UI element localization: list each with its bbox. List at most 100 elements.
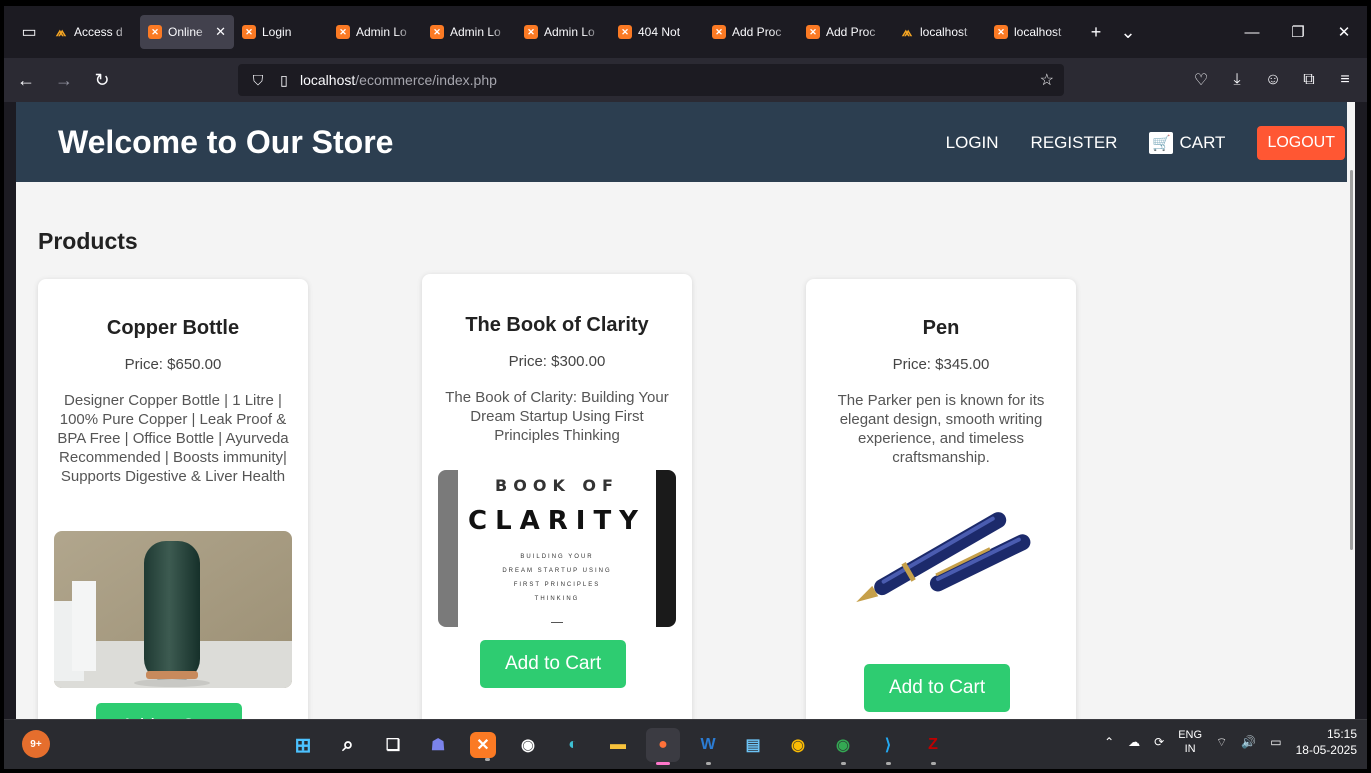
site-header: Welcome to Our Store LOGIN REGISTER 🛒 CA…	[16, 102, 1355, 182]
product-name: Pen	[922, 317, 960, 339]
tab-title: Admin Lo	[544, 25, 595, 39]
firefox-view-icon[interactable]: ▭	[12, 15, 46, 49]
search-icon[interactable]: ⌕	[331, 728, 365, 762]
task-view-icon[interactable]: ❏	[376, 728, 410, 762]
product-name: Copper Bottle	[106, 317, 240, 339]
tab-title: Add Proc	[826, 25, 876, 39]
browser-tab[interactable]: ✕ Add Proc	[704, 15, 798, 49]
product-price: Price: $300.00	[508, 353, 606, 370]
volume-icon[interactable]: 🔊	[1241, 735, 1256, 749]
tab-title: Admin Lo	[356, 25, 407, 39]
register-link[interactable]: REGISTER	[1031, 133, 1118, 153]
notepad-icon[interactable]: ▤	[736, 728, 770, 762]
minimize-icon[interactable]: —	[1229, 6, 1275, 58]
pocket-icon[interactable]: ♡	[1185, 64, 1217, 96]
product-description: The Book of Clarity: Building Your Dream…	[445, 389, 669, 444]
tab-title: 404 Not	[638, 25, 681, 39]
clock[interactable]: 15:15 18-05-2025	[1296, 726, 1357, 758]
language-indicator[interactable]: ENG IN	[1178, 728, 1202, 756]
browser-tab[interactable]: ✕ Admin Lo	[328, 15, 422, 49]
teams-icon[interactable]: ☗	[421, 728, 455, 762]
xampp-icon: ✕	[994, 25, 1008, 39]
book-cover-title-line2: CLARITY	[467, 506, 647, 536]
cloud-icon[interactable]: ☁	[1128, 735, 1140, 749]
browser-tab-strip: ▭ ⩕ Access d ✕ Online ✕ ✕ Login ✕ Admin …	[4, 6, 1367, 58]
reload-icon[interactable]: ↻	[86, 64, 118, 96]
browser-tab[interactable]: ✕ Admin Lo	[516, 15, 610, 49]
file-explorer-icon[interactable]: ▬	[601, 728, 635, 762]
browser-tab[interactable]: ⩕ localhost	[892, 15, 986, 49]
browser-tab[interactable]: ✕ Add Proc	[798, 15, 892, 49]
url-host: localhost	[300, 72, 356, 88]
url-bar[interactable]: ⛉ ▯ localhost/ecommerce/index.php ☆	[238, 64, 1064, 96]
chrome-icon[interactable]: ◉	[781, 728, 815, 762]
restore-icon[interactable]: ❐	[1275, 6, 1321, 58]
shield-icon[interactable]: ⛉	[248, 72, 268, 89]
tab-title: Login	[262, 25, 292, 39]
account-icon[interactable]: ☺	[1257, 64, 1289, 96]
tab-title: localhost	[1014, 25, 1062, 39]
browser-tab[interactable]: ✕ localhost	[986, 15, 1080, 49]
login-link[interactable]: LOGIN	[946, 133, 999, 153]
cart-icon: 🛒	[1149, 132, 1174, 154]
windows-taskbar: 9+ ⊞ ⌕ ❏ ☗ ✕ ◉ ◐ ▬ ● W ▤ ◉ ◉ ⟩ Z ⌃ ☁ ⟳ E…	[4, 719, 1367, 769]
word-icon[interactable]: W	[691, 728, 725, 765]
browser-tab[interactable]: ✕ Admin Lo	[422, 15, 516, 49]
clock-date: 18-05-2025	[1295, 743, 1357, 757]
page-viewport: Welcome to Our Store LOGIN REGISTER 🛒 CA…	[16, 102, 1355, 719]
scrollbar[interactable]	[1347, 102, 1355, 719]
add-to-cart-button[interactable]: Add to Cart	[864, 664, 1011, 712]
add-to-cart-button[interactable]: Add to Cart	[96, 703, 243, 719]
cart-link[interactable]: 🛒 CART	[1149, 132, 1225, 154]
new-tab-icon[interactable]: +	[1080, 15, 1112, 49]
chrome-profile-icon[interactable]: ◉	[826, 728, 860, 765]
widgets-icon[interactable]: 9+	[22, 730, 50, 758]
browser-nav-bar: ← → ↻ ⛉ ▯ localhost/ecommerce/index.php …	[4, 58, 1367, 102]
browser-tab[interactable]: ⩕ Access d	[46, 15, 140, 49]
bookmark-star-icon[interactable]: ☆	[1040, 70, 1054, 90]
camera-icon[interactable]: ◉	[511, 728, 545, 762]
scrollbar-thumb[interactable]	[1350, 170, 1353, 550]
edge-icon[interactable]: ◐	[556, 728, 590, 762]
back-arrow-icon[interactable]: ←	[10, 64, 42, 96]
battery-icon[interactable]: ▭	[1270, 735, 1281, 749]
vscode-icon[interactable]: ⟩	[871, 728, 905, 765]
system-tray: ⌃ ☁ ⟳ ENG IN ⌔ 🔊 ▭ 15:15 18-05-2025	[1104, 726, 1357, 758]
book-cover-subtitle-3: FIRST PRINCIPLES	[513, 582, 601, 588]
browser-tab[interactable]: ✕ Login	[234, 15, 328, 49]
download-icon[interactable]: ⤓	[1221, 64, 1253, 96]
close-tab-icon[interactable]: ✕	[215, 24, 226, 40]
firefox-icon[interactable]: ●	[646, 728, 680, 765]
product-price: Price: $345.00	[892, 356, 990, 373]
chevron-down-icon[interactable]: ⌄	[1112, 15, 1144, 49]
book-cover-subtitle-1: BUILDING YOUR	[520, 554, 594, 560]
chevron-up-icon[interactable]: ⌃	[1104, 735, 1114, 749]
xampp-icon: ✕	[524, 25, 538, 39]
screen: ▭ ⩕ Access d ✕ Online ✕ ✕ Login ✕ Admin …	[4, 6, 1367, 769]
windows-start-icon[interactable]: ⊞	[286, 728, 320, 762]
xampp-icon: ✕	[430, 25, 444, 39]
add-to-cart-button[interactable]: Add to Cart	[480, 640, 627, 688]
product-name: The Book of Clarity	[465, 314, 649, 336]
forward-arrow-icon[interactable]: →	[48, 64, 80, 96]
logout-button[interactable]: LOGOUT	[1257, 126, 1345, 160]
extensions-icon[interactable]: ⧉	[1293, 64, 1325, 96]
page-icon[interactable]: ▯	[274, 72, 294, 89]
browser-tab[interactable]: ✕ 404 Not	[610, 15, 704, 49]
url-path: /ecommerce/index.php	[355, 72, 497, 88]
xampp-taskbar-icon[interactable]: ✕	[470, 732, 496, 761]
tab-title: localhost	[920, 25, 968, 39]
language-label: ENG	[1178, 729, 1203, 741]
sync-icon[interactable]: ⟳	[1154, 735, 1164, 749]
wifi-icon[interactable]: ⌔	[1216, 735, 1227, 750]
taskbar-pinned-apps: ⊞ ⌕ ❏ ☗ ✕ ◉ ◐ ▬ ● W ▤ ◉ ◉ ⟩ Z	[286, 728, 950, 765]
product-image-copper-bottle	[54, 531, 292, 688]
xampp-icon: ✕	[148, 25, 162, 39]
widgets-badge: 9+	[30, 738, 42, 750]
close-window-icon[interactable]: ✕	[1321, 6, 1367, 58]
hamburger-menu-icon[interactable]: ≡	[1329, 64, 1361, 96]
book-cover-subtitle-2: DREAM STARTUP USING	[502, 568, 612, 574]
filezilla-icon[interactable]: Z	[916, 728, 950, 765]
product-card-book-of-clarity: The Book of Clarity Price: $300.00 The B…	[422, 274, 692, 719]
browser-tab-active[interactable]: ✕ Online ✕	[140, 15, 234, 49]
